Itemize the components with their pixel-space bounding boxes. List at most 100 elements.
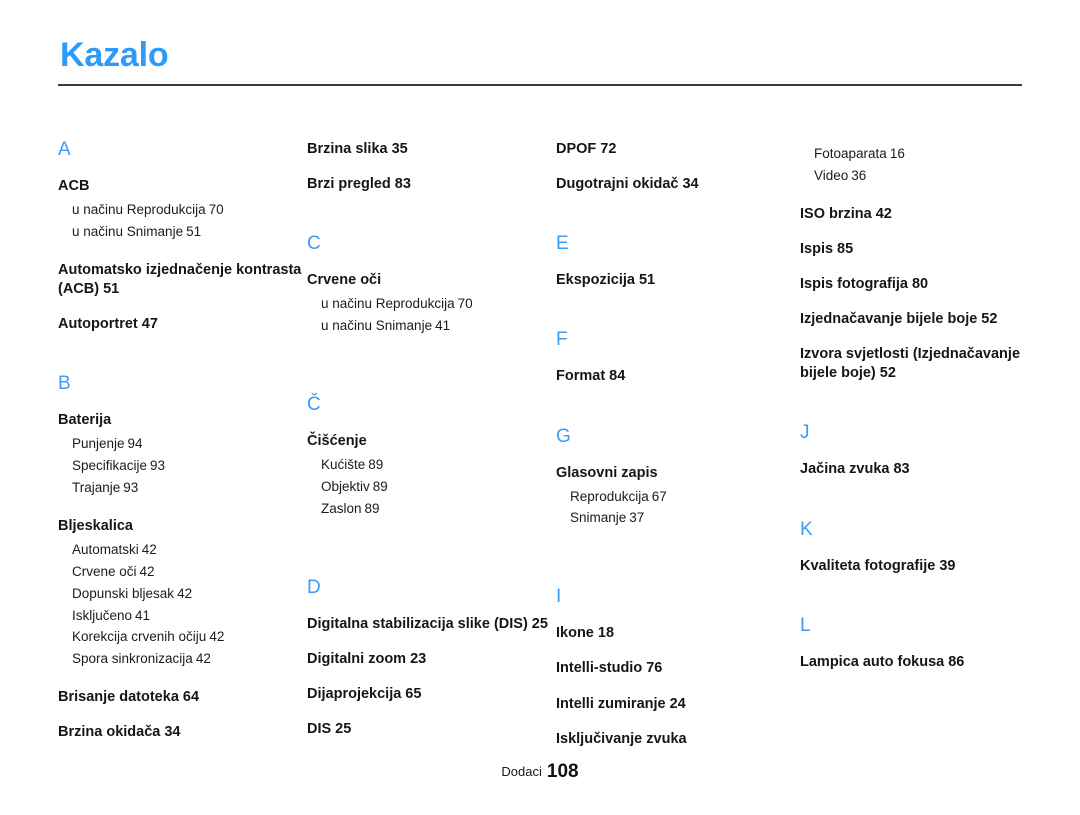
index-entry[interactable]: Automatsko izjednačenje kontrasta (ACB) 5… xyxy=(58,261,307,299)
index-entry[interactable]: Intelli zumiranje 24 xyxy=(556,695,800,714)
index-entry[interactable]: Čišćenje Kućište 89 Objektiv 89 Zaslon 89 xyxy=(307,432,556,520)
index-subentry-page: 93 xyxy=(150,458,166,474)
index-subentry[interactable]: u načinu Snimanje 41 xyxy=(307,315,556,337)
index-entry[interactable]: Brzina okidača 34 xyxy=(58,723,307,742)
index-subentry[interactable]: Dopunski bljesak 42 xyxy=(58,583,307,605)
index-entry[interactable]: Ikone 18 xyxy=(556,624,800,643)
index-subentry-page: 42 xyxy=(177,585,193,601)
index-entry[interactable]: Autoportret 47 xyxy=(58,315,307,334)
index-entry-title[interactable]: Brzina slika 35 xyxy=(307,140,556,159)
index-entry[interactable]: Lampica auto fokusa 86 xyxy=(800,653,1026,672)
index-subentry[interactable]: Snimanje 37 xyxy=(556,507,800,529)
index-entry[interactable]: DPOF 72 xyxy=(556,140,800,159)
index-entry[interactable]: Bljeskalica Automatski 42 Crvene oči 42 Dopun… xyxy=(58,517,307,670)
index-entry-title[interactable]: Ispis 85 xyxy=(800,240,1026,259)
index-entry-title[interactable]: Brzi pregled 83 xyxy=(307,175,556,194)
index-entry-title[interactable]: Dugotrajni okidač 34 xyxy=(556,175,800,194)
index-subentry[interactable]: Spora sinkronizacija 42 xyxy=(58,648,307,670)
index-entry[interactable]: Crvene oči u načinu Reprodukcija 70 u način… xyxy=(307,271,556,337)
index-subentry[interactable]: Isključeno 41 xyxy=(58,605,307,627)
index-entry-title[interactable]: Automatsko izjednačenje kontrasta (ACB) 5… xyxy=(58,261,307,299)
index-entry[interactable]: Izjednačavanje bijele boje 52 xyxy=(800,310,1026,329)
index-entry-title[interactable]: Format 84 xyxy=(556,367,800,386)
index-entry[interactable]: Jačina zvuka 83 xyxy=(800,460,1026,479)
index-entry-title[interactable]: Lampica auto fokusa 86 xyxy=(800,653,1026,672)
index-subentry-label: Spora sinkronizacija xyxy=(72,651,193,667)
index-subentry-page: 89 xyxy=(368,457,384,473)
index-entry-title[interactable]: Autoportret 47 xyxy=(58,315,307,334)
index-entry-label: Autoportret xyxy=(58,316,138,333)
index-subentry[interactable]: Punjenje 94 xyxy=(58,433,307,455)
section-continued: DPOF 72 Dugotrajni okidač 34 xyxy=(556,140,800,194)
index-subentry[interactable]: Reprodukcija 67 xyxy=(556,486,800,508)
index-entry[interactable]: Ispis 85 xyxy=(800,240,1026,259)
index-subentry[interactable]: Crvene oči 42 xyxy=(58,561,307,583)
index-entry[interactable]: Ispis fotografija 80 xyxy=(800,275,1026,294)
index-entry[interactable]: Baterija Punjenje 94 Specifikacije 93 Trajanj… xyxy=(58,411,307,499)
index-entry-title[interactable]: Brisanje datoteka 64 xyxy=(58,688,307,707)
index-entry-title[interactable]: Digitalni zoom 23 xyxy=(307,650,556,669)
index-subentry[interactable]: u načinu Snimanje 51 xyxy=(58,221,307,243)
index-entry[interactable]: Fotoaparata 16 Video 36 xyxy=(800,143,1026,187)
index-entry-page: 80 xyxy=(911,275,929,292)
index-entry[interactable]: Digitalna stabilizacija slike (DIS) 25 xyxy=(307,615,556,634)
index-subentry[interactable]: Objektiv 89 xyxy=(307,476,556,498)
index-entry[interactable]: DIS 25 xyxy=(307,720,556,739)
index-entry-title[interactable]: Ikone 18 xyxy=(556,624,800,643)
index-subentry[interactable]: Kućište 89 xyxy=(307,454,556,476)
index-entry[interactable]: Brzi pregled 83 xyxy=(307,175,556,194)
index-subentry[interactable]: Trajanje 93 xyxy=(58,477,307,499)
index-entry[interactable]: Brzina slika 35 xyxy=(307,140,556,159)
index-subentry[interactable]: u načinu Reprodukcija 70 xyxy=(58,199,307,221)
index-entry-title[interactable]: Kvaliteta fotografije 39 xyxy=(800,557,1026,576)
index-entry-title[interactable]: Izjednačavanje bijele boje 52 xyxy=(800,310,1026,329)
index-entry[interactable]: Format 84 xyxy=(556,367,800,386)
index-entry-title[interactable]: Bljeskalica xyxy=(58,517,307,536)
index-subentry[interactable]: Zaslon 89 xyxy=(307,498,556,520)
index-subentry-label: Kućište xyxy=(321,457,366,473)
index-entry[interactable]: Izvora svjetlosti (Izjednačavanje bijele… xyxy=(800,345,1026,383)
index-subentry[interactable]: Korekcija crvenih očiju 42 xyxy=(58,626,307,648)
index-entry[interactable]: ISO brzina 42 xyxy=(800,205,1026,224)
index-entry[interactable]: Dugotrajni okidač 34 xyxy=(556,175,800,194)
index-subentry[interactable]: Specifikacije 93 xyxy=(58,455,307,477)
index-entry-title[interactable]: Izvora svjetlosti (Izjednačavanje bijele… xyxy=(800,345,1026,383)
index-entry-title[interactable]: DIS 25 xyxy=(307,720,556,739)
index-subentry[interactable]: u načinu Reprodukcija 70 xyxy=(307,293,556,315)
section-letter: K xyxy=(800,518,813,540)
index-entry-title[interactable]: Baterija xyxy=(58,411,307,430)
index-subentry[interactable]: Video 36 xyxy=(800,165,1026,187)
index-entry-title[interactable]: Dijaprojekcija 65 xyxy=(307,685,556,704)
section-g: G Glasovni zapis Reprodukcija 67 Snimanje 37 xyxy=(556,427,800,530)
index-entry-title[interactable]: Glasovni zapis xyxy=(556,464,800,483)
index-entry-title[interactable]: Ispis fotografija 80 xyxy=(800,275,1026,294)
index-entry-title[interactable]: Isključivanje zvuka xyxy=(556,730,800,749)
index-entry-title[interactable]: ACB xyxy=(58,177,307,196)
index-subentry-page: 67 xyxy=(651,488,667,504)
index-entry[interactable]: Kvaliteta fotografije 39 xyxy=(800,557,1026,576)
index-entry[interactable]: Intelli-studio 76 xyxy=(556,659,800,678)
index-entry-title[interactable]: Intelli-studio 76 xyxy=(556,659,800,678)
index-entry-title[interactable]: Intelli zumiranje 24 xyxy=(556,695,800,714)
index-entry-title[interactable]: Crvene oči xyxy=(307,271,556,290)
index-entry[interactable]: Digitalni zoom 23 xyxy=(307,650,556,669)
index-subentry[interactable]: Fotoaparata 16 xyxy=(800,143,1026,165)
index-entry-title[interactable]: ISO brzina 42 xyxy=(800,205,1026,224)
index-entry-title[interactable]: Jačina zvuka 83 xyxy=(800,460,1026,479)
index-entry[interactable]: Brisanje datoteka 64 xyxy=(58,688,307,707)
index-entry[interactable]: Ekspozicija 51 xyxy=(556,271,800,290)
index-entry-label: Automatsko izjednačenje kontrasta (ACB) xyxy=(58,261,302,297)
index-entry-title[interactable]: Brzina okidača 34 xyxy=(58,723,307,742)
index-entry[interactable]: Isključivanje zvuka xyxy=(556,730,800,749)
index-entry-title[interactable]: Digitalna stabilizacija slike (DIS) 25 xyxy=(307,615,556,634)
index-entry-label: Ispis fotografija xyxy=(800,275,908,292)
index-entry[interactable]: Glasovni zapis Reprodukcija 67 Snimanje 37 xyxy=(556,464,800,530)
index-entry-title[interactable]: Ekspozicija 51 xyxy=(556,271,800,290)
section-letter: D xyxy=(307,576,322,598)
index-entry-title[interactable]: DPOF 72 xyxy=(556,140,800,159)
index-subentry[interactable]: Automatski 42 xyxy=(58,539,307,561)
index-entry[interactable]: Dijaprojekcija 65 xyxy=(307,685,556,704)
index-entry[interactable]: ACB u načinu Reprodukcija 70 u načinu Snima… xyxy=(58,177,307,243)
index-entry-title[interactable]: Čišćenje xyxy=(307,432,556,451)
